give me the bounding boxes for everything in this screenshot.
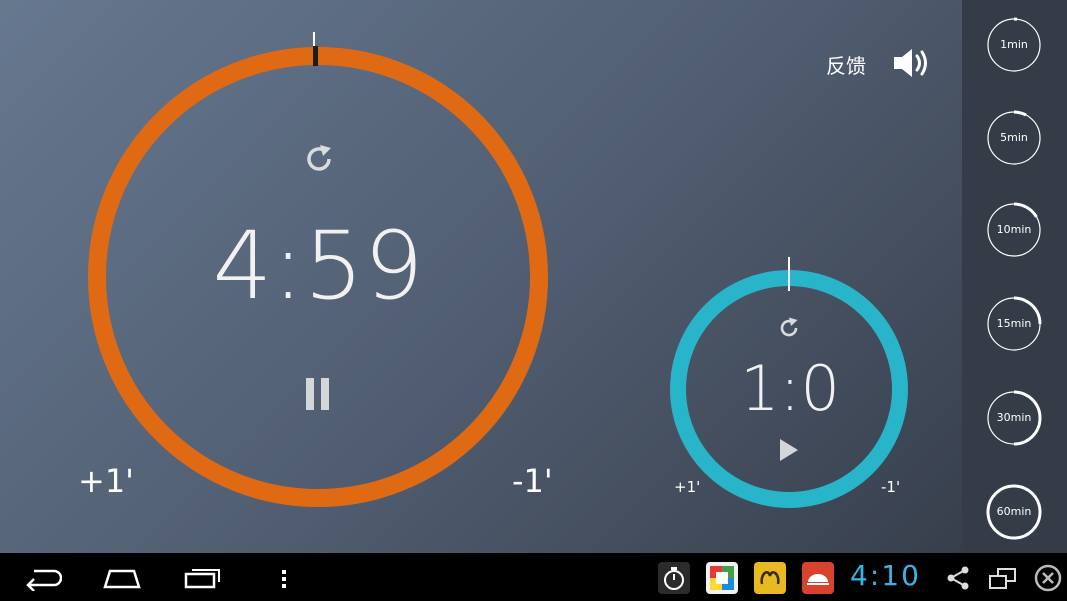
back-icon[interactable]	[24, 565, 63, 595]
play-icon[interactable]	[778, 437, 800, 463]
preset-1min-button[interactable]: 1min	[986, 17, 1042, 73]
second-timer-time: 1:0	[740, 352, 840, 425]
preset-60min-button[interactable]: 60min	[986, 484, 1042, 540]
preset-15min-button[interactable]: 15min	[986, 296, 1042, 352]
chat-app-icon[interactable]	[754, 562, 786, 594]
main-timer-time: 4:59	[212, 212, 424, 321]
main-minus-one-button[interactable]: -1'	[512, 462, 553, 500]
pause-icon[interactable]	[304, 376, 332, 412]
preset-label: 5min	[1000, 131, 1028, 144]
second-minus-one-button[interactable]: -1'	[881, 478, 900, 496]
feedback-button[interactable]: 反馈	[826, 50, 866, 79]
second-plus-one-button[interactable]: +1'	[674, 478, 700, 496]
system-navigation-bar: 4:10	[0, 553, 1067, 601]
home-icon[interactable]	[102, 565, 142, 593]
bowl-app-icon[interactable]	[802, 562, 834, 594]
share-icon[interactable]	[945, 565, 971, 595]
preset-label: 30min	[996, 411, 1032, 424]
menu-icon[interactable]	[281, 569, 287, 593]
stopwatch-app-icon[interactable]	[658, 562, 690, 594]
recent-apps-icon[interactable]	[184, 565, 222, 593]
preset-10min-button[interactable]: 10min	[986, 202, 1042, 258]
main-plus-one-button[interactable]: +1'	[78, 462, 134, 500]
status-clock: 4:10	[850, 559, 921, 592]
preset-30min-button[interactable]: 30min	[986, 390, 1042, 446]
store-app-icon[interactable]	[706, 562, 738, 594]
window-icon[interactable]	[988, 565, 1018, 595]
preset-label: 60min	[996, 505, 1032, 518]
main-reset-icon[interactable]	[302, 142, 336, 176]
sound-icon[interactable]	[892, 46, 932, 80]
main-panel: 反馈 4:59 +1' -1' 1:0 +1' -1'	[0, 0, 962, 553]
preset-panel: 1min 5min 10min 15min 30min 60min	[962, 0, 1067, 553]
close-icon[interactable]	[1034, 564, 1062, 596]
preset-5min-button[interactable]: 5min	[986, 110, 1042, 166]
preset-label: 15min	[996, 317, 1032, 330]
preset-label: 1min	[1000, 38, 1028, 51]
second-reset-icon[interactable]	[777, 316, 801, 340]
preset-label: 10min	[996, 223, 1032, 236]
